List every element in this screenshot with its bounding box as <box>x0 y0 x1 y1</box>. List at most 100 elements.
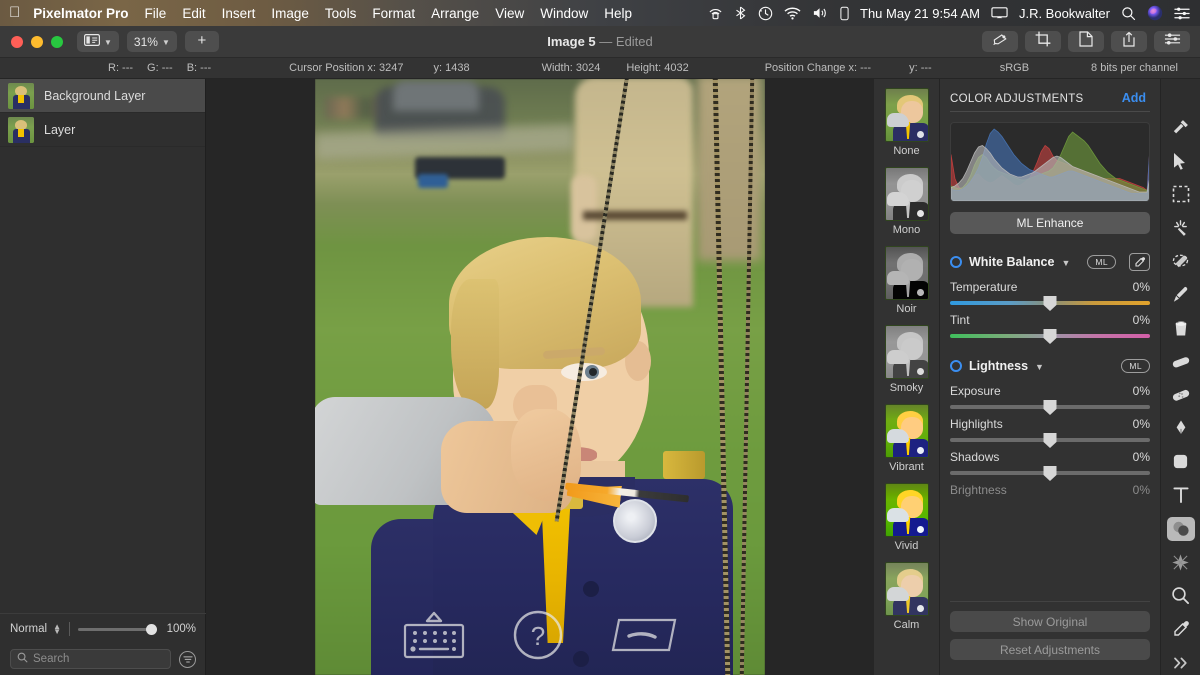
section-toggle-radio[interactable] <box>950 256 962 268</box>
tool-effects-brush[interactable] <box>1167 115 1195 139</box>
tool-zoom[interactable] <box>1167 584 1195 608</box>
toolbar-quick-selection-button[interactable] <box>982 31 1018 52</box>
filter-icon[interactable] <box>179 650 196 668</box>
menu-item-image[interactable]: Image <box>271 6 309 21</box>
slider-tint[interactable]: Tint 0% <box>950 313 1150 344</box>
spotlight-search-icon[interactable] <box>1121 6 1136 21</box>
control-center-icon[interactable] <box>1174 7 1190 20</box>
tool-quick-selection[interactable] <box>1167 215 1195 239</box>
siri-icon[interactable] <box>1147 5 1163 21</box>
menu-item-format[interactable]: Format <box>372 6 415 21</box>
tool-arrange[interactable] <box>1167 148 1195 172</box>
tool-pen[interactable] <box>1167 416 1195 440</box>
close-button[interactable] <box>11 35 23 48</box>
preset-calm[interactable]: Calm <box>874 562 939 631</box>
time-machine-icon[interactable] <box>758 6 773 21</box>
tool-type[interactable] <box>1167 483 1195 507</box>
marquee-select-icon <box>1172 185 1190 203</box>
slider-track[interactable] <box>950 296 1150 311</box>
section-toggle-radio[interactable] <box>950 360 962 372</box>
add-adjustment-button[interactable]: Add <box>1122 91 1146 105</box>
preset-smoky[interactable]: Smoky <box>874 325 939 394</box>
wifi-icon[interactable] <box>784 7 801 20</box>
chevron-down-icon[interactable]: ▼ <box>1035 362 1044 372</box>
toolbar-crop-button[interactable] <box>1025 31 1061 52</box>
slider-knob[interactable] <box>1043 466 1057 481</box>
menu-item-window[interactable]: Window <box>540 6 588 21</box>
menu-app-name[interactable]: Pixelmator Pro <box>33 6 128 21</box>
preset-mono[interactable]: Mono <box>874 167 939 236</box>
tool-eraser[interactable] <box>1167 349 1195 373</box>
bluetooth-icon[interactable] <box>734 6 747 20</box>
tool-effects[interactable] <box>1167 550 1195 574</box>
slider-knob[interactable] <box>1043 329 1057 344</box>
tool-rectangular-select[interactable] <box>1167 182 1195 206</box>
eyedropper-button[interactable] <box>1129 253 1150 271</box>
zoom-level-button[interactable]: 31% ▼ <box>126 31 177 52</box>
tool-shape[interactable] <box>1167 450 1195 474</box>
screen-mirroring-icon[interactable] <box>991 6 1008 20</box>
opacity-slider[interactable] <box>77 623 157 635</box>
slider-track[interactable] <box>950 400 1150 415</box>
toolbar-document-button[interactable] <box>1068 31 1104 52</box>
sidebar-layout-button[interactable]: ▼ <box>77 31 119 52</box>
preset-vivid[interactable]: Vivid <box>874 483 939 552</box>
tool-paint-bucket[interactable] <box>1167 316 1195 340</box>
slider-temperature[interactable]: Temperature 0% <box>950 280 1150 311</box>
wifi-hotspot-icon[interactable] <box>708 6 723 20</box>
ml-badge-button[interactable]: ML <box>1087 255 1116 269</box>
tool-repair[interactable] <box>1167 383 1195 407</box>
add-button[interactable]: + <box>184 31 219 52</box>
macos-menu-bar:  Pixelmator Pro File Edit Insert Image … <box>0 0 1200 26</box>
slider-track[interactable] <box>950 433 1150 448</box>
canvas-area[interactable]: ? <box>206 79 874 675</box>
preset-none[interactable]: None <box>874 88 939 157</box>
menu-item-view[interactable]: View <box>495 6 524 21</box>
menu-item-insert[interactable]: Insert <box>222 6 256 21</box>
menu-item-arrange[interactable]: Arrange <box>431 6 479 21</box>
chevron-down-icon[interactable]: ▼ <box>1061 258 1070 268</box>
slider-exposure[interactable]: Exposure 0% <box>950 384 1150 415</box>
ml-enhance-button[interactable]: ML Enhance <box>950 212 1150 234</box>
show-original-button[interactable]: Show Original <box>950 611 1150 632</box>
ml-badge-button[interactable]: ML <box>1121 359 1150 373</box>
panel-title: COLOR ADJUSTMENTS <box>950 93 1084 105</box>
battery-icon[interactable] <box>840 6 849 21</box>
reset-adjustments-button[interactable]: Reset Adjustments <box>950 639 1150 660</box>
menu-item-tools[interactable]: Tools <box>325 6 357 21</box>
tool-color-picker[interactable] <box>1167 617 1195 641</box>
blend-mode-value[interactable]: Normal <box>10 623 47 635</box>
tool-color-adjustments[interactable] <box>1166 516 1195 542</box>
minimize-button[interactable] <box>31 35 43 48</box>
slider-shadows[interactable]: Shadows 0% <box>950 450 1150 481</box>
slider-knob[interactable] <box>1043 400 1057 415</box>
presets-column[interactable]: None Mono Noir Smoky Vibrant Vivid Calm <box>874 79 940 675</box>
menu-item-file[interactable]: File <box>145 6 167 21</box>
opacity-slider-knob[interactable] <box>146 623 157 635</box>
tool-more[interactable] <box>1167 651 1195 675</box>
volume-icon[interactable] <box>812 6 829 20</box>
preset-vibrant[interactable]: Vibrant <box>874 404 939 473</box>
menu-item-help[interactable]: Help <box>604 6 632 21</box>
preset-noir[interactable]: Noir <box>874 246 939 315</box>
canvas-image[interactable]: ? <box>315 79 765 675</box>
slider-brightness[interactable]: Brightness 0% <box>950 483 1150 497</box>
slider-track[interactable] <box>950 329 1150 344</box>
tool-paint[interactable] <box>1167 282 1195 306</box>
blend-mode-stepper[interactable]: ▲ ▼ <box>53 623 61 636</box>
layer-row-layer[interactable]: Layer <box>0 113 205 147</box>
menu-clock[interactable]: Thu May 21 9:54 AM <box>860 6 980 21</box>
toolbar-share-button[interactable] <box>1111 31 1147 52</box>
layer-row-background[interactable]: Background Layer <box>0 79 205 113</box>
search-input[interactable]: Search <box>10 649 171 669</box>
slider-knob[interactable] <box>1043 296 1057 311</box>
zoom-button[interactable] <box>51 35 63 48</box>
slider-track[interactable] <box>950 466 1150 481</box>
apple-logo-icon[interactable]:  <box>9 5 20 20</box>
slider-knob[interactable] <box>1043 433 1057 448</box>
slider-highlights[interactable]: Highlights 0% <box>950 417 1150 448</box>
menu-user-name[interactable]: J.R. Bookwalter <box>1019 6 1110 21</box>
toolbar-adjustments-button[interactable] <box>1154 31 1190 52</box>
tool-magnetic-select[interactable] <box>1167 249 1195 273</box>
menu-item-edit[interactable]: Edit <box>182 6 205 21</box>
